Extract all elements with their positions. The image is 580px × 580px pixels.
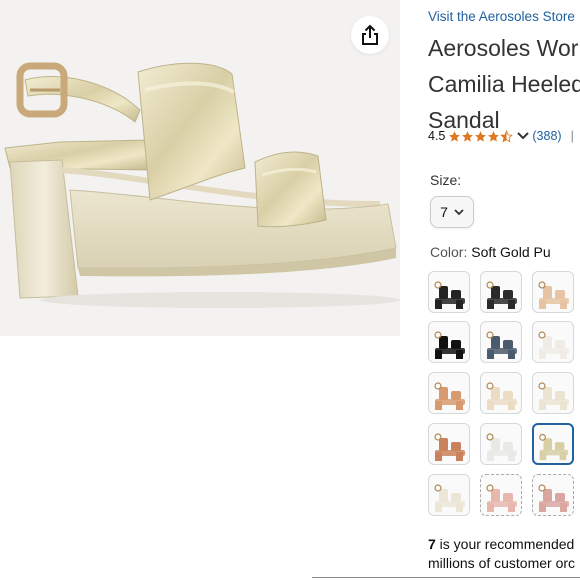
swatch-thumbnail <box>539 433 569 461</box>
swatch-thumbnail <box>486 382 517 410</box>
divider <box>312 577 580 578</box>
color-swatch-cream[interactable] <box>480 372 522 414</box>
separator: | <box>570 129 574 143</box>
color-swatch-bone[interactable] <box>428 474 470 516</box>
swatch-thumbnail <box>434 382 465 410</box>
color-swatch-tan[interactable] <box>428 372 470 414</box>
star-icon <box>475 130 487 142</box>
star-icon <box>488 130 500 142</box>
color-swatch-white[interactable] <box>532 321 574 363</box>
recommendation-text-2: millions of customer orc <box>428 555 576 571</box>
swatch-thumbnail <box>434 433 465 461</box>
recommendation-text: is your recommended <box>435 536 575 552</box>
color-value: Soft Gold Pu <box>471 244 551 260</box>
swatch-thumbnail <box>486 484 517 512</box>
color-swatch-nude[interactable] <box>532 271 574 313</box>
color-swatch-ivory[interactable] <box>532 372 574 414</box>
swatch-thumbnail <box>538 331 569 359</box>
swatch-thumbnail <box>538 382 569 410</box>
swatch-thumbnail <box>538 281 569 309</box>
color-swatch-blush[interactable] <box>480 474 522 516</box>
color-swatch-black-2[interactable] <box>480 271 522 313</box>
title-line-2: Camilia Heeled <box>428 71 580 97</box>
size-label: Size: <box>430 172 462 188</box>
color-swatch-denim[interactable] <box>480 321 522 363</box>
swatch-thumbnail <box>434 331 465 359</box>
chevron-down-icon[interactable] <box>517 131 530 141</box>
color-swatch-soft-gold[interactable] <box>532 423 574 465</box>
size-value: 7 <box>440 204 448 220</box>
star-icon <box>462 130 474 142</box>
product-info-panel: Visit the Aerosoles Store Aerosoles Wor … <box>428 0 580 580</box>
product-main-image[interactable] <box>0 0 400 336</box>
swatch-thumbnail <box>486 281 517 309</box>
swatch-thumbnail <box>434 484 465 512</box>
sandal-illustration <box>4 62 400 308</box>
half-star-icon <box>500 129 514 142</box>
color-swatch-silver-white[interactable] <box>480 423 522 465</box>
store-link[interactable]: Visit the Aerosoles Store <box>428 9 575 24</box>
chevron-down-icon <box>454 209 464 216</box>
share-icon <box>362 24 378 45</box>
size-recommendation: 7 is your recommended millions of custom… <box>428 535 575 573</box>
swatch-thumbnail <box>434 281 465 309</box>
color-label: Color: <box>430 244 468 260</box>
color-swatch-black-1[interactable] <box>428 271 470 313</box>
product-title: Aerosoles Wor Camilia Heeled Sandal <box>428 30 580 138</box>
swatch-thumbnail <box>538 484 569 512</box>
swatch-thumbnail <box>486 331 517 359</box>
rating-value: 4.5 <box>428 129 446 143</box>
color-row: Color: Soft Gold Pu <box>430 244 551 260</box>
rating-count-link[interactable]: (388) <box>532 129 561 143</box>
rating-row: 4.5 (388) | S <box>428 129 580 143</box>
recommended-size: 7 <box>428 536 436 552</box>
color-swatch-cognac[interactable] <box>428 423 470 465</box>
title-line-1: Aerosoles Wor <box>428 35 579 61</box>
size-dropdown[interactable]: 7 <box>430 196 474 228</box>
star-icon <box>449 130 461 142</box>
share-button[interactable] <box>351 16 389 54</box>
swatch-thumbnail <box>486 433 517 461</box>
color-swatch-black-patent[interactable] <box>428 321 470 363</box>
star-rating[interactable] <box>448 129 514 143</box>
color-swatch-rose[interactable] <box>532 474 574 516</box>
